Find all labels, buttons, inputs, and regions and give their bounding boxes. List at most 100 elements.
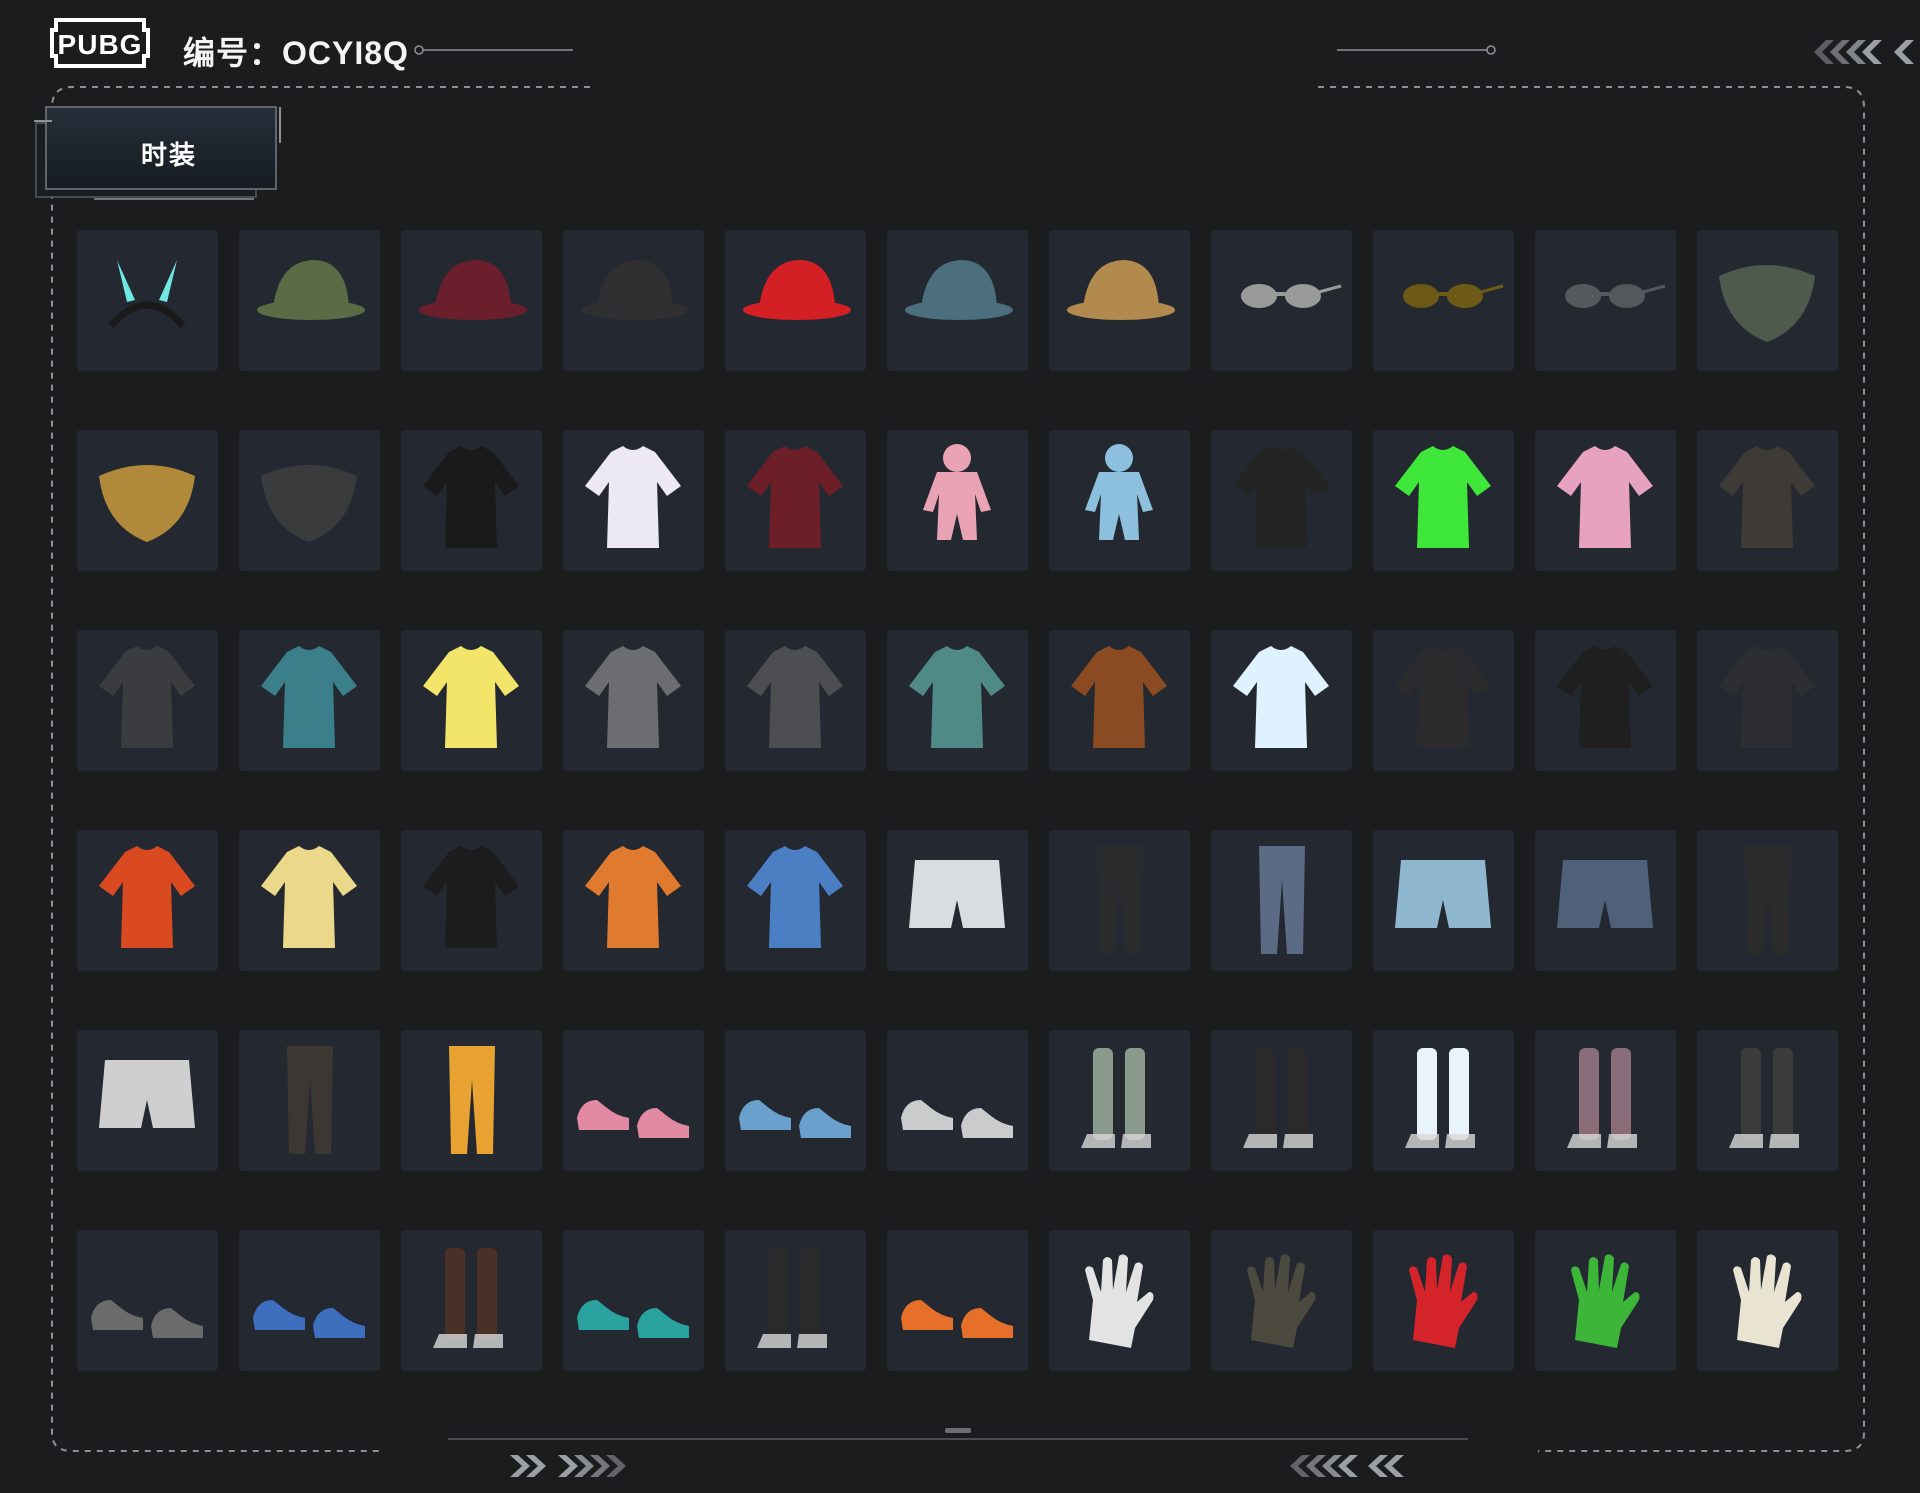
item-tile-shark-teeth-mask[interactable] bbox=[401, 430, 542, 571]
item-tile-green-gloves[interactable] bbox=[1535, 1230, 1676, 1371]
fur-winter-boots-icon bbox=[757, 1248, 827, 1348]
gradient-hoodie-icon bbox=[747, 846, 843, 948]
item-tile-tactical-gloves[interactable] bbox=[1211, 1230, 1352, 1371]
white-sneakers-icon bbox=[901, 1100, 1013, 1138]
item-tile-teal-mech-suit[interactable] bbox=[239, 630, 380, 771]
tab-label: 时装 bbox=[140, 140, 197, 170]
item-tile-green-stockings-sneakers[interactable] bbox=[1049, 1030, 1190, 1171]
item-tile-black-cropped-jacket[interactable] bbox=[1535, 630, 1676, 771]
item-tile-black-fuzzy-boots[interactable] bbox=[1211, 1030, 1352, 1171]
item-tile-black-hood-scarf[interactable] bbox=[239, 430, 380, 571]
item-tile-black-white-pants[interactable] bbox=[1697, 830, 1838, 971]
item-tile-camo-pants[interactable] bbox=[239, 1030, 380, 1171]
item-tile-yellow-track-pants[interactable] bbox=[401, 1030, 542, 1171]
item-tile-leather-jacket-outfit[interactable] bbox=[1697, 430, 1838, 571]
item-tile-blue-shark-onesie[interactable] bbox=[1049, 430, 1190, 571]
item-tile-black-bomber-jacket[interactable] bbox=[1697, 630, 1838, 771]
black-aura-hoodie-icon bbox=[423, 846, 519, 948]
blue-jeans-icon bbox=[1259, 846, 1305, 954]
gold-spiked-mask-icon bbox=[99, 465, 195, 542]
item-tile-light-blue-shorts[interactable] bbox=[1373, 830, 1514, 971]
item-tile-black-biker-jacket[interactable] bbox=[1373, 630, 1514, 771]
item-tile-red-beret[interactable] bbox=[725, 230, 866, 371]
item-tile-brown-leggings-heels[interactable] bbox=[401, 1230, 542, 1371]
item-tile-white-sneakers[interactable] bbox=[887, 1030, 1028, 1171]
pubg-logo: PUBG bbox=[50, 18, 150, 68]
item-tile-socks-loafers[interactable] bbox=[1697, 1030, 1838, 1171]
item-tile-yellow-fuzzy-sweater[interactable] bbox=[239, 830, 380, 971]
item-tile-racing-jacket[interactable] bbox=[77, 830, 218, 971]
item-tile-camo-face-mask[interactable] bbox=[1697, 230, 1838, 371]
back-chevrons-icon[interactable] bbox=[1812, 36, 1920, 68]
grey-tactical-vest-icon bbox=[585, 646, 681, 748]
scroll-indicator[interactable] bbox=[945, 1428, 971, 1433]
item-tile-white-denim-shorts[interactable] bbox=[887, 830, 1028, 971]
item-tile-number-22-crop-top[interactable] bbox=[725, 430, 866, 571]
item-tile-pink-shark-slippers[interactable] bbox=[563, 1030, 704, 1171]
item-tile-white-work-gloves[interactable] bbox=[1697, 1230, 1838, 1371]
item-tile-brown-leather-jacket[interactable] bbox=[1049, 630, 1190, 771]
white-denim-shorts-icon bbox=[909, 860, 1005, 928]
item-tile-pink-stockings-boots[interactable] bbox=[1535, 1030, 1676, 1171]
item-tile-tactical-goggles-mic[interactable] bbox=[1535, 230, 1676, 371]
item-tile-white-hand-ring[interactable] bbox=[1049, 1230, 1190, 1371]
aviator-sunglasses-icon bbox=[1403, 284, 1504, 308]
item-tile-floral-shirt[interactable] bbox=[887, 630, 1028, 771]
item-tile-black-lace-dress[interactable] bbox=[1211, 430, 1352, 571]
item-tile-tan-bucket-hat[interactable] bbox=[1049, 230, 1190, 371]
item-tile-orange-tech-jacket[interactable] bbox=[563, 830, 704, 971]
white-fur-boots-icon bbox=[1405, 1048, 1475, 1148]
item-tile-pink-fur-jacket-dress[interactable] bbox=[1535, 430, 1676, 571]
item-tile-blue-jeans[interactable] bbox=[1211, 830, 1352, 971]
black-white-pants-icon bbox=[1745, 846, 1791, 954]
black-biker-jacket-icon bbox=[1395, 646, 1491, 748]
item-tile-chick-tshirt[interactable] bbox=[401, 630, 542, 771]
item-tile-tattoo-sleeve-tee[interactable] bbox=[77, 630, 218, 771]
item-tile-maroon-fedora[interactable] bbox=[401, 230, 542, 371]
red-driving-glove-icon bbox=[1409, 1254, 1478, 1348]
item-tile-teal-clogs[interactable] bbox=[563, 1230, 704, 1371]
item-tile-grey-tactical-vest[interactable] bbox=[563, 630, 704, 771]
header-divider-right bbox=[1337, 45, 1496, 55]
item-tile-white-fur-hoodie[interactable] bbox=[1211, 630, 1352, 771]
next-chevrons-icon[interactable] bbox=[508, 1452, 640, 1480]
item-tile-black-pants[interactable] bbox=[1049, 830, 1190, 971]
prev-chevrons-icon[interactable] bbox=[1282, 1452, 1414, 1480]
number-22-crop-top-icon bbox=[747, 446, 843, 548]
pink-shark-onesie-icon bbox=[923, 444, 991, 540]
item-tile-camo-cap-headset[interactable] bbox=[239, 230, 380, 371]
item-tile-black-baseball-cap[interactable] bbox=[563, 230, 704, 371]
item-tile-white-fur-boots[interactable] bbox=[1373, 1030, 1514, 1171]
item-tile-cat-tshirt[interactable] bbox=[563, 430, 704, 571]
teal-mech-suit-icon bbox=[261, 646, 357, 748]
serial-number: 编号：OCYI8Q bbox=[183, 35, 409, 71]
cat-tshirt-icon bbox=[585, 446, 681, 548]
item-tile-green-bikini-top[interactable] bbox=[1373, 430, 1514, 571]
white-fur-hoodie-icon bbox=[1233, 646, 1329, 748]
teal-clogs-icon bbox=[577, 1300, 689, 1338]
black-pants-icon bbox=[1097, 846, 1143, 954]
green-bikini-top-icon bbox=[1395, 446, 1491, 548]
item-tile-orange-lace-sneakers[interactable] bbox=[77, 1230, 218, 1371]
item-tile-aviator-sunglasses[interactable] bbox=[1373, 230, 1514, 371]
item-tile-round-glasses[interactable] bbox=[1211, 230, 1352, 371]
item-tile-blue-bucket-hat[interactable] bbox=[887, 230, 1028, 371]
black-lace-dress-icon bbox=[1233, 446, 1329, 548]
item-tile-gradient-hoodie[interactable] bbox=[725, 830, 866, 971]
tab-fashion[interactable]: 时装 bbox=[34, 103, 294, 203]
yellow-track-pants-icon bbox=[449, 1046, 495, 1154]
item-tile-bunny-ears-headband[interactable] bbox=[77, 230, 218, 371]
item-tile-pink-shark-onesie[interactable] bbox=[887, 430, 1028, 571]
item-tile-white-cargo-shorts[interactable] bbox=[77, 1030, 218, 1171]
item-tile-fur-winter-boots[interactable] bbox=[725, 1230, 866, 1371]
item-tile-blue-yellow-sneakers[interactable] bbox=[239, 1230, 380, 1371]
item-tile-denim-hot-shorts[interactable] bbox=[1535, 830, 1676, 971]
item-tile-blue-shark-slippers[interactable] bbox=[725, 1030, 866, 1171]
item-tile-gold-spiked-mask[interactable] bbox=[77, 430, 218, 571]
orange-high-tops-icon bbox=[901, 1300, 1013, 1338]
item-tile-orange-high-tops[interactable] bbox=[887, 1230, 1028, 1371]
item-tile-grey-dress[interactable] bbox=[725, 630, 866, 771]
item-tile-red-driving-glove[interactable] bbox=[1373, 1230, 1514, 1371]
item-tile-black-aura-hoodie[interactable] bbox=[401, 830, 542, 971]
red-beret-icon bbox=[743, 260, 851, 320]
